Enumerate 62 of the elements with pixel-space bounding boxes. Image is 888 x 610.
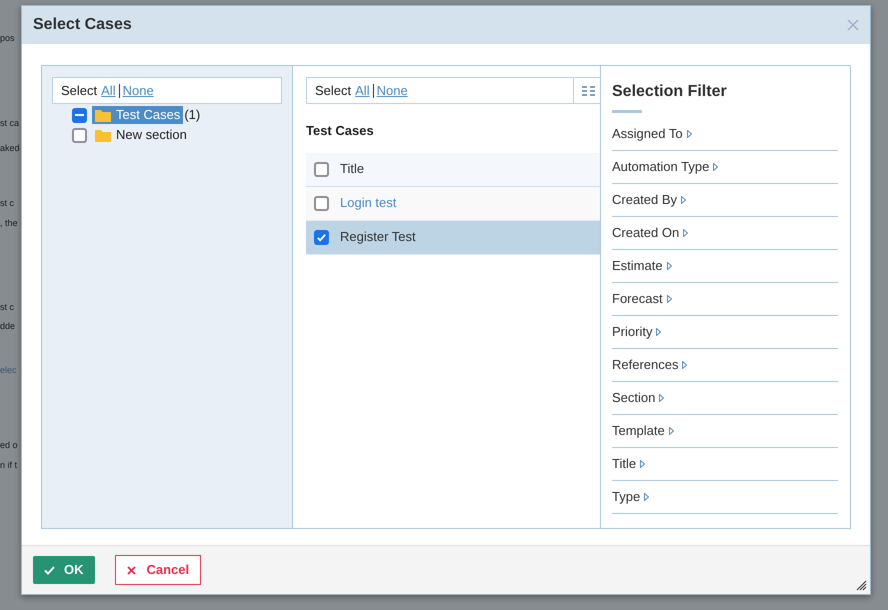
checkbox[interactable] [314,162,329,176]
triangle-icon [656,328,662,336]
case-count: (1) [184,106,200,124]
ok-button[interactable]: OK [33,556,94,584]
checkmark-icon [44,566,55,574]
triangle-icon [644,493,650,501]
checkbox[interactable] [314,196,329,210]
filter-option[interactable]: Title [612,454,636,474]
select-label: Select [315,82,352,100]
columns-icon[interactable] [582,86,595,96]
background-text: ed o [0,441,18,450]
background-text: , the [0,219,18,228]
folder-icon [95,128,111,142]
select-all-link[interactable]: All [355,80,370,100]
select-none-link[interactable]: None [122,80,154,100]
filter-option[interactable]: References [612,355,678,375]
filter-option[interactable]: Automation Type [612,157,710,177]
background-text: st c [0,303,14,312]
select-all-link[interactable]: All [101,80,116,100]
background-text: aked [0,144,20,153]
filter-option[interactable]: Assigned To [612,124,683,144]
triangle-icon [682,361,688,369]
column-header: Title [340,160,364,178]
select-label: Select [61,82,98,100]
close-icon [126,566,136,574]
checkbox[interactable] [72,128,87,142]
filter-option[interactable]: Section [612,388,656,408]
triangle-icon [659,394,664,402]
background-text: pos [0,34,15,43]
select-none-link[interactable]: None [376,80,408,100]
case-title[interactable]: Register Test [340,227,416,247]
filter-option[interactable]: Forecast [612,289,663,309]
filter-option[interactable]: Type [612,487,640,507]
triangle-icon [683,229,688,237]
checkbox[interactable] [72,108,87,122]
triangle-icon [681,196,686,204]
dialog-title: Select Cases [33,15,132,35]
triangle-icon [666,295,672,303]
filter-option[interactable]: Estimate [612,256,663,276]
filter-option[interactable]: Template [612,421,665,441]
triangle-icon [686,130,692,138]
background-text: dde [0,322,16,331]
triangle-icon [640,460,646,468]
filter-option[interactable]: Created By [612,190,678,210]
filter-option[interactable]: Created On [612,223,680,243]
tree-item[interactable]: New section [92,126,190,144]
section-title: Test Cases [306,122,375,140]
triangle-icon [713,163,718,171]
background-text: n if t [0,461,18,470]
resize-grip-icon[interactable] [856,580,867,591]
background-text: st c [0,199,14,208]
filter-option[interactable]: Priority [612,322,652,342]
checkbox[interactable] [314,230,329,244]
cancel-button[interactable]: Cancel [114,555,202,585]
triangle-icon [668,427,674,435]
background-text: st ca [0,119,20,128]
folder-icon [95,108,111,122]
checkmark-icon [316,232,327,242]
filter-title: Selection Filter [612,82,728,102]
table-row[interactable]: Register Test [306,220,600,254]
tree-item[interactable]: Test Cases [92,106,184,124]
triangle-icon [666,262,672,270]
